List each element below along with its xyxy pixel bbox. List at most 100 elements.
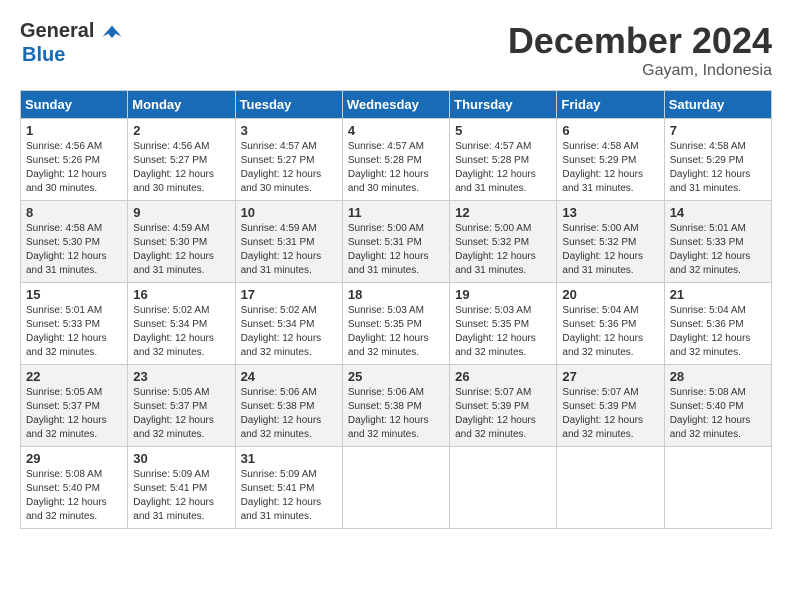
- day-info: Sunrise: 5:08 AMSunset: 5:40 PMDaylight:…: [26, 469, 107, 522]
- day-info: Sunrise: 5:02 AMSunset: 5:34 PMDaylight:…: [241, 305, 322, 358]
- day-info: Sunrise: 5:05 AMSunset: 5:37 PMDaylight:…: [133, 387, 214, 440]
- calendar-day-11: 11 Sunrise: 5:00 AMSunset: 5:31 PMDayligh…: [342, 201, 449, 283]
- day-info: Sunrise: 5:09 AMSunset: 5:41 PMDaylight:…: [241, 469, 322, 522]
- calendar-day-23: 23 Sunrise: 5:05 AMSunset: 5:37 PMDayligh…: [128, 365, 235, 447]
- day-info: Sunrise: 5:04 AMSunset: 5:36 PMDaylight:…: [562, 305, 643, 358]
- header-sunday: Sunday: [21, 91, 128, 119]
- day-info: Sunrise: 4:56 AMSunset: 5:27 PMDaylight:…: [133, 141, 214, 194]
- logo-text: General Blue: [20, 20, 123, 67]
- header-thursday: Thursday: [450, 91, 557, 119]
- day-info: Sunrise: 5:01 AMSunset: 5:33 PMDaylight:…: [26, 305, 107, 358]
- calendar-day-31: 31 Sunrise: 5:09 AMSunset: 5:41 PMDayligh…: [235, 447, 342, 529]
- logo-general: General: [20, 24, 123, 41]
- day-number: 28: [670, 369, 766, 384]
- day-info: Sunrise: 5:07 AMSunset: 5:39 PMDaylight:…: [562, 387, 643, 440]
- calendar-day-19: 19 Sunrise: 5:03 AMSunset: 5:35 PMDayligh…: [450, 283, 557, 365]
- day-number: 21: [670, 287, 766, 302]
- day-info: Sunrise: 4:57 AMSunset: 5:28 PMDaylight:…: [348, 141, 429, 194]
- empty-cell: [557, 447, 664, 529]
- day-info: Sunrise: 5:03 AMSunset: 5:35 PMDaylight:…: [455, 305, 536, 358]
- day-info: Sunrise: 5:00 AMSunset: 5:31 PMDaylight:…: [348, 223, 429, 276]
- day-number: 11: [348, 205, 444, 220]
- day-info: Sunrise: 5:05 AMSunset: 5:37 PMDaylight:…: [26, 387, 107, 440]
- day-number: 16: [133, 287, 229, 302]
- day-number: 29: [26, 451, 122, 466]
- calendar-week-3: 15 Sunrise: 5:01 AMSunset: 5:33 PMDayligh…: [21, 283, 772, 365]
- day-info: Sunrise: 5:06 AMSunset: 5:38 PMDaylight:…: [348, 387, 429, 440]
- calendar-day-18: 18Sunrise: 5:03 AMSunset: 5:35 PMDayligh…: [342, 283, 449, 365]
- logo: General Blue: [20, 20, 123, 67]
- day-number: 17: [241, 287, 337, 302]
- day-info: Sunrise: 5:04 AMSunset: 5:36 PMDaylight:…: [670, 305, 751, 358]
- header-friday: Friday: [557, 91, 664, 119]
- calendar-day-15: 15 Sunrise: 5:01 AMSunset: 5:33 PMDayligh…: [21, 283, 128, 365]
- calendar-day-9: 9 Sunrise: 4:59 AMSunset: 5:30 PMDaylight…: [128, 201, 235, 283]
- calendar-week-1: 1Sunrise: 4:56 AMSunset: 5:26 PMDaylight…: [21, 119, 772, 201]
- month-year-title: December 2024: [508, 20, 772, 62]
- day-info: Sunrise: 4:59 AMSunset: 5:30 PMDaylight:…: [133, 223, 214, 276]
- calendar-day-8: 8Sunrise: 4:58 AMSunset: 5:30 PMDaylight…: [21, 201, 128, 283]
- calendar-day-29: 29 Sunrise: 5:08 AMSunset: 5:40 PMDayligh…: [21, 447, 128, 529]
- day-info: Sunrise: 5:09 AMSunset: 5:41 PMDaylight:…: [133, 469, 214, 522]
- calendar-day-30: 30 Sunrise: 5:09 AMSunset: 5:41 PMDayligh…: [128, 447, 235, 529]
- title-area: December 2024 Gayam, Indonesia: [508, 20, 772, 80]
- empty-cell: [664, 447, 771, 529]
- calendar-day-24: 24 Sunrise: 5:06 AMSunset: 5:38 PMDayligh…: [235, 365, 342, 447]
- calendar-week-4: 22 Sunrise: 5:05 AMSunset: 5:37 PMDayligh…: [21, 365, 772, 447]
- day-number: 19: [455, 287, 551, 302]
- day-number: 14: [670, 205, 766, 220]
- day-number: 7: [670, 123, 766, 138]
- calendar-day-3: 3Sunrise: 4:57 AMSunset: 5:27 PMDaylight…: [235, 119, 342, 201]
- day-info: Sunrise: 5:07 AMSunset: 5:39 PMDaylight:…: [455, 387, 536, 440]
- page-header: General Blue December 2024 Gayam, Indone…: [20, 20, 772, 80]
- calendar-day-27: 27 Sunrise: 5:07 AMSunset: 5:39 PMDayligh…: [557, 365, 664, 447]
- day-number: 12: [455, 205, 551, 220]
- day-info: Sunrise: 4:57 AMSunset: 5:28 PMDaylight:…: [455, 141, 536, 194]
- day-info: Sunrise: 5:00 AMSunset: 5:32 PMDaylight:…: [562, 223, 643, 276]
- calendar-day-13: 13 Sunrise: 5:00 AMSunset: 5:32 PMDayligh…: [557, 201, 664, 283]
- day-number: 24: [241, 369, 337, 384]
- header-tuesday: Tuesday: [235, 91, 342, 119]
- day-number: 26: [455, 369, 551, 384]
- header-monday: Monday: [128, 91, 235, 119]
- day-info: Sunrise: 4:56 AMSunset: 5:26 PMDaylight:…: [26, 141, 107, 194]
- calendar-day-4: 4 Sunrise: 4:57 AMSunset: 5:28 PMDaylight…: [342, 119, 449, 201]
- day-info: Sunrise: 5:01 AMSunset: 5:33 PMDaylight:…: [670, 223, 751, 276]
- day-number: 13: [562, 205, 658, 220]
- logo-bird-icon: [101, 22, 123, 44]
- day-number: 4: [348, 123, 444, 138]
- calendar-day-12: 12 Sunrise: 5:00 AMSunset: 5:32 PMDayligh…: [450, 201, 557, 283]
- calendar-day-6: 6Sunrise: 4:58 AMSunset: 5:29 PMDaylight…: [557, 119, 664, 201]
- day-number: 20: [562, 287, 658, 302]
- day-info: Sunrise: 5:06 AMSunset: 5:38 PMDaylight:…: [241, 387, 322, 440]
- day-number: 8: [26, 205, 122, 220]
- day-number: 31: [241, 451, 337, 466]
- calendar-day-20: 20 Sunrise: 5:04 AMSunset: 5:36 PMDayligh…: [557, 283, 664, 365]
- header-wednesday: Wednesday: [342, 91, 449, 119]
- empty-cell: [450, 447, 557, 529]
- calendar-day-10: 10 Sunrise: 4:59 AMSunset: 5:31 PMDayligh…: [235, 201, 342, 283]
- day-info: Sunrise: 4:58 AMSunset: 5:29 PMDaylight:…: [670, 141, 751, 194]
- day-number: 30: [133, 451, 229, 466]
- day-number: 10: [241, 205, 337, 220]
- header-saturday: Saturday: [664, 91, 771, 119]
- day-number: 22: [26, 369, 122, 384]
- calendar-table: SundayMondayTuesdayWednesdayThursdayFrid…: [20, 90, 772, 529]
- calendar-day-28: 28 Sunrise: 5:08 AMSunset: 5:40 PMDayligh…: [664, 365, 771, 447]
- calendar-day-5: 5Sunrise: 4:57 AMSunset: 5:28 PMDaylight…: [450, 119, 557, 201]
- calendar-day-17: 17 Sunrise: 5:02 AMSunset: 5:34 PMDayligh…: [235, 283, 342, 365]
- calendar-day-21: 21 Sunrise: 5:04 AMSunset: 5:36 PMDayligh…: [664, 283, 771, 365]
- day-info: Sunrise: 5:08 AMSunset: 5:40 PMDaylight:…: [670, 387, 751, 440]
- day-number: 23: [133, 369, 229, 384]
- calendar-day-7: 7 Sunrise: 4:58 AMSunset: 5:29 PMDaylight…: [664, 119, 771, 201]
- day-number: 15: [26, 287, 122, 302]
- calendar-header-row: SundayMondayTuesdayWednesdayThursdayFrid…: [21, 91, 772, 119]
- calendar-day-14: 14 Sunrise: 5:01 AMSunset: 5:33 PMDayligh…: [664, 201, 771, 283]
- calendar-day-16: 16Sunrise: 5:02 AMSunset: 5:34 PMDayligh…: [128, 283, 235, 365]
- day-info: Sunrise: 5:00 AMSunset: 5:32 PMDaylight:…: [455, 223, 536, 276]
- day-info: Sunrise: 4:59 AMSunset: 5:31 PMDaylight:…: [241, 223, 322, 276]
- calendar-day-25: 25Sunrise: 5:06 AMSunset: 5:38 PMDayligh…: [342, 365, 449, 447]
- logo-blue: Blue: [22, 44, 65, 66]
- day-number: 27: [562, 369, 658, 384]
- day-number: 9: [133, 205, 229, 220]
